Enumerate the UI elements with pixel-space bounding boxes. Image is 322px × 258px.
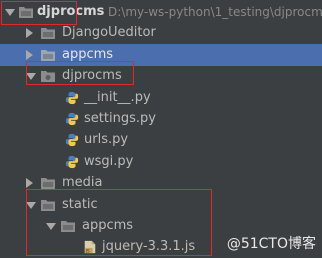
- tree-row-urls[interactable]: urls.py: [0, 129, 322, 151]
- tree-row-settings[interactable]: settings.py: [0, 108, 322, 130]
- folder-icon: [41, 199, 55, 211]
- folder-icon: [41, 49, 55, 61]
- chevron-right-icon[interactable]: [26, 28, 33, 39]
- tree-row-static[interactable]: static: [0, 194, 322, 216]
- watermark: @51CTO博客: [226, 236, 316, 252]
- svg-text:JS: JS: [85, 249, 90, 255]
- tree-row-djangoueditor[interactable]: DjangoUeditor: [0, 22, 322, 44]
- folder-icon: [41, 178, 55, 190]
- python-file-icon: [65, 112, 79, 126]
- chevron-down-icon[interactable]: [26, 73, 36, 81]
- folder-label[interactable]: media: [62, 172, 103, 194]
- folder-label[interactable]: appcms: [82, 215, 133, 237]
- file-label[interactable]: settings.py: [84, 108, 156, 130]
- root-folder-label[interactable]: djprocms: [37, 1, 104, 23]
- tree-row-wsgi[interactable]: wsgi.py: [0, 151, 322, 173]
- python-file-icon: [65, 155, 79, 168]
- tree-row-root[interactable]: djprocms D:\my-ws-python\1_testing\djpro…: [0, 1, 322, 23]
- javascript-file-icon: JS: [85, 241, 96, 255]
- folder-label[interactable]: appcms: [62, 44, 113, 66]
- python-file-icon: [65, 134, 79, 147]
- file-label[interactable]: urls.py: [84, 129, 128, 151]
- tree-row-djprocms[interactable]: djprocms: [0, 65, 322, 87]
- chevron-right-icon[interactable]: [26, 178, 33, 189]
- package-folder-icon: [41, 71, 55, 83]
- folder-icon: [41, 28, 55, 40]
- chevron-down-icon[interactable]: [46, 223, 56, 230]
- folder-icon: [61, 221, 75, 232]
- folder-label[interactable]: static: [62, 194, 98, 216]
- tree-row-init[interactable]: __init__.py: [0, 87, 322, 109]
- folder-label[interactable]: DjangoUeditor: [62, 22, 156, 44]
- folder-icon: [19, 7, 33, 18]
- file-label[interactable]: __init__.py: [84, 87, 151, 109]
- python-file-icon: [65, 91, 79, 104]
- tree-row-appcms[interactable]: appcms: [0, 43, 322, 66]
- tree-row-media[interactable]: media: [0, 172, 322, 194]
- file-label[interactable]: jquery-3.3.1.js: [102, 236, 195, 258]
- file-label[interactable]: wsgi.py: [84, 151, 133, 173]
- chevron-right-icon[interactable]: [26, 49, 33, 60]
- chevron-down-icon[interactable]: [26, 201, 36, 209]
- root-path-label: D:\my-ws-python\1_testing\djprocms: [108, 5, 322, 19]
- chevron-down-icon[interactable]: [5, 9, 15, 16]
- folder-label[interactable]: djprocms: [62, 65, 122, 87]
